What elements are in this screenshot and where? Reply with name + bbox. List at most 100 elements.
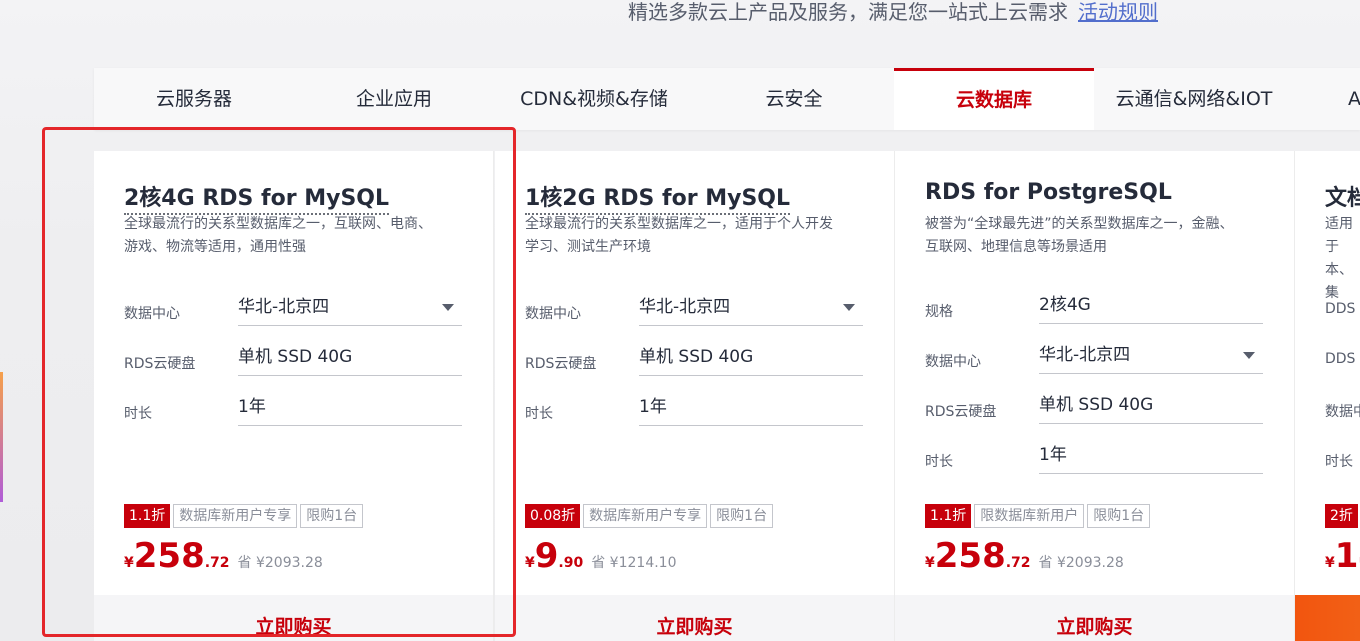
page-subtitle: 精选多款云上产品及服务，满足您一站式上云需求 活动规则	[628, 0, 1158, 25]
region-select[interactable]: 华北-北京四	[1039, 337, 1263, 374]
tag-badge: 数据库新用户专享	[583, 504, 708, 528]
tab-enterprise-apps[interactable]: 企业应用	[294, 68, 494, 130]
row-label: 时长	[1325, 454, 1353, 470]
config-row-duration: 时长 1年	[124, 389, 464, 439]
caret-down-icon	[1243, 352, 1255, 359]
category-tabs: 云服务器 企业应用 CDN&视频&存储 云安全 云数据库 云通信&网络&IOT …	[94, 68, 1360, 130]
config-row-disk: RDS云硬盘 单机 SSD 40G	[124, 339, 464, 389]
disk-value: 单机 SSD 40G	[238, 339, 462, 376]
discount-badge: 1.1折	[925, 504, 972, 528]
discount-badge: 2折	[1325, 504, 1358, 528]
price-integer: 258	[133, 536, 205, 576]
row-label: RDS云硬盘	[124, 356, 196, 372]
price-decimal: .90	[558, 555, 584, 571]
card-description: 被誉为“全球最先进”的关系型数据库之一，金融、互联网、地理信息等场景适用	[925, 216, 1234, 255]
tab-cloud-server[interactable]: 云服务器	[94, 68, 294, 130]
subtitle-text: 精选多款云上产品及服务，满足您一站式上云需求	[628, 0, 1068, 24]
price-currency: ¥	[124, 555, 134, 571]
config-row-duration: 时长 1年	[925, 437, 1265, 487]
savings-text: 省 ¥2093.28	[237, 555, 323, 571]
discount-badge: 1.1折	[124, 504, 171, 528]
card-description: 全球最流行的关系型数据库之一，适用于个人开发学习、测试生产环境	[525, 216, 833, 255]
region-select[interactable]: 华北-北京四	[238, 289, 462, 326]
price: ¥9.90 省 ¥1214.10	[525, 536, 677, 576]
row-label: 时长	[925, 454, 953, 470]
savings-text: 省 ¥2093.28	[1038, 555, 1124, 571]
side-float-strip[interactable]	[0, 372, 3, 502]
select-value: 华北-北京四	[639, 297, 731, 317]
region-select[interactable]: 华北-北京四	[639, 289, 863, 326]
row-label: 时长	[525, 406, 553, 422]
badge-group: 0.08折 数据库新用户专享 限购1台	[525, 504, 774, 528]
price: ¥14	[1325, 536, 1360, 576]
config-row-spec: 规格 2核4G	[925, 287, 1265, 337]
card-title[interactable]: 文档	[1325, 180, 1360, 213]
tag-badge: 数据库新用户专享	[173, 504, 298, 528]
config-row-disk: RDS云硬盘 单机 SSD 40G	[925, 387, 1265, 437]
config-row-region: 数据中心 华北-北京四	[525, 289, 865, 339]
select-value: 华北-北京四	[1039, 345, 1131, 365]
price-currency: ¥	[925, 555, 935, 571]
rules-link[interactable]: 活动规则	[1078, 0, 1158, 24]
tag-badge: 限购1台	[300, 504, 364, 528]
duration-value: 1年	[639, 389, 863, 426]
row-label: DDS	[1325, 351, 1356, 367]
price-currency: ¥	[525, 555, 535, 571]
config-row-disk: RDS云硬盘 单机 SSD 40G	[525, 339, 865, 389]
card-title[interactable]: 1核2G RDS for MySQL	[525, 180, 791, 215]
savings-text: 省 ¥1214.10	[591, 555, 677, 571]
product-card: 2核4G RDS for MySQL 全球最流行的关系型数据库之一，互联网、电商…	[94, 151, 494, 641]
badge-group: 1.1折 数据库新用户专享 限购1台	[124, 504, 364, 528]
tab-overflow[interactable]: A	[1294, 68, 1360, 130]
row-label: 规格	[925, 304, 953, 320]
tab-communication-network-iot[interactable]: 云通信&网络&IOT	[1094, 68, 1294, 130]
row-label: 数据中心	[925, 354, 981, 370]
buy-bar: 立即购买	[895, 595, 1294, 641]
config-row-duration: 时长 1年	[525, 389, 865, 439]
card-title[interactable]: RDS for PostgreSQL	[925, 180, 1172, 206]
tag-badge: 限购1台	[710, 504, 774, 528]
duration-value: 1年	[1039, 437, 1263, 474]
tab-cdn-video-storage[interactable]: CDN&视频&存储	[494, 68, 694, 130]
price: ¥258.72 省 ¥2093.28	[124, 536, 323, 576]
tag-badge: 限数据库新用户	[974, 504, 1085, 528]
price-decimal: .72	[1005, 555, 1031, 571]
spec-value: 2核4G	[1039, 287, 1263, 324]
buy-bar: 立即购买	[94, 595, 493, 641]
row-label: DDS	[1325, 301, 1356, 317]
card-title[interactable]: 2核4G RDS for MySQL	[124, 180, 390, 215]
config-row-region: 数据中心 华北-北京四	[124, 289, 464, 339]
card-description: 全球最流行的关系型数据库之一，互联网、电商、游戏、物流等适用，通用性强	[124, 216, 432, 255]
row-label: RDS云硬盘	[925, 404, 997, 420]
config-row-region: 数据中心 华北-北京四	[925, 337, 1265, 387]
config-row: 时长	[1325, 437, 1360, 487]
config-row: 数据中	[1325, 387, 1360, 437]
price-decimal: .72	[204, 555, 230, 571]
buy-bar[interactable]	[1295, 595, 1360, 641]
row-label: 数据中心	[124, 306, 180, 322]
caret-down-icon	[442, 304, 454, 311]
tab-cloud-database[interactable]: 云数据库	[894, 68, 1094, 130]
price-integer: 258	[934, 536, 1006, 576]
select-value: 华北-北京四	[238, 297, 330, 317]
disk-value: 单机 SSD 40G	[1039, 387, 1263, 424]
row-label: RDS云硬盘	[525, 356, 597, 372]
disk-value: 单机 SSD 40G	[639, 339, 863, 376]
discount-badge: 0.08折	[525, 504, 581, 528]
tab-cloud-security[interactable]: 云安全	[694, 68, 894, 130]
buy-now-button[interactable]: 立即购买	[495, 612, 894, 639]
buy-now-button[interactable]: 立即购买	[895, 612, 1294, 639]
badge-group: 1.1折 限数据库新用户 限购1台	[925, 504, 1151, 528]
product-card-partial: 文档 适用于本、集 DDS DDS 数据中 时长 2折 ¥14	[1295, 151, 1360, 641]
badge-group: 2折	[1325, 504, 1358, 528]
row-label: 时长	[124, 406, 152, 422]
buy-bar: 立即购买	[495, 595, 894, 641]
config-row: DDS	[1325, 337, 1360, 387]
price: ¥258.72 省 ¥2093.28	[925, 536, 1124, 576]
buy-now-button[interactable]: 立即购买	[94, 612, 493, 639]
product-card: 1核2G RDS for MySQL 全球最流行的关系型数据库之一，适用于个人开…	[495, 151, 895, 641]
tag-badge: 限购1台	[1087, 504, 1151, 528]
config-row: DDS	[1325, 287, 1360, 337]
caret-down-icon	[843, 304, 855, 311]
row-label: 数据中心	[525, 306, 581, 322]
